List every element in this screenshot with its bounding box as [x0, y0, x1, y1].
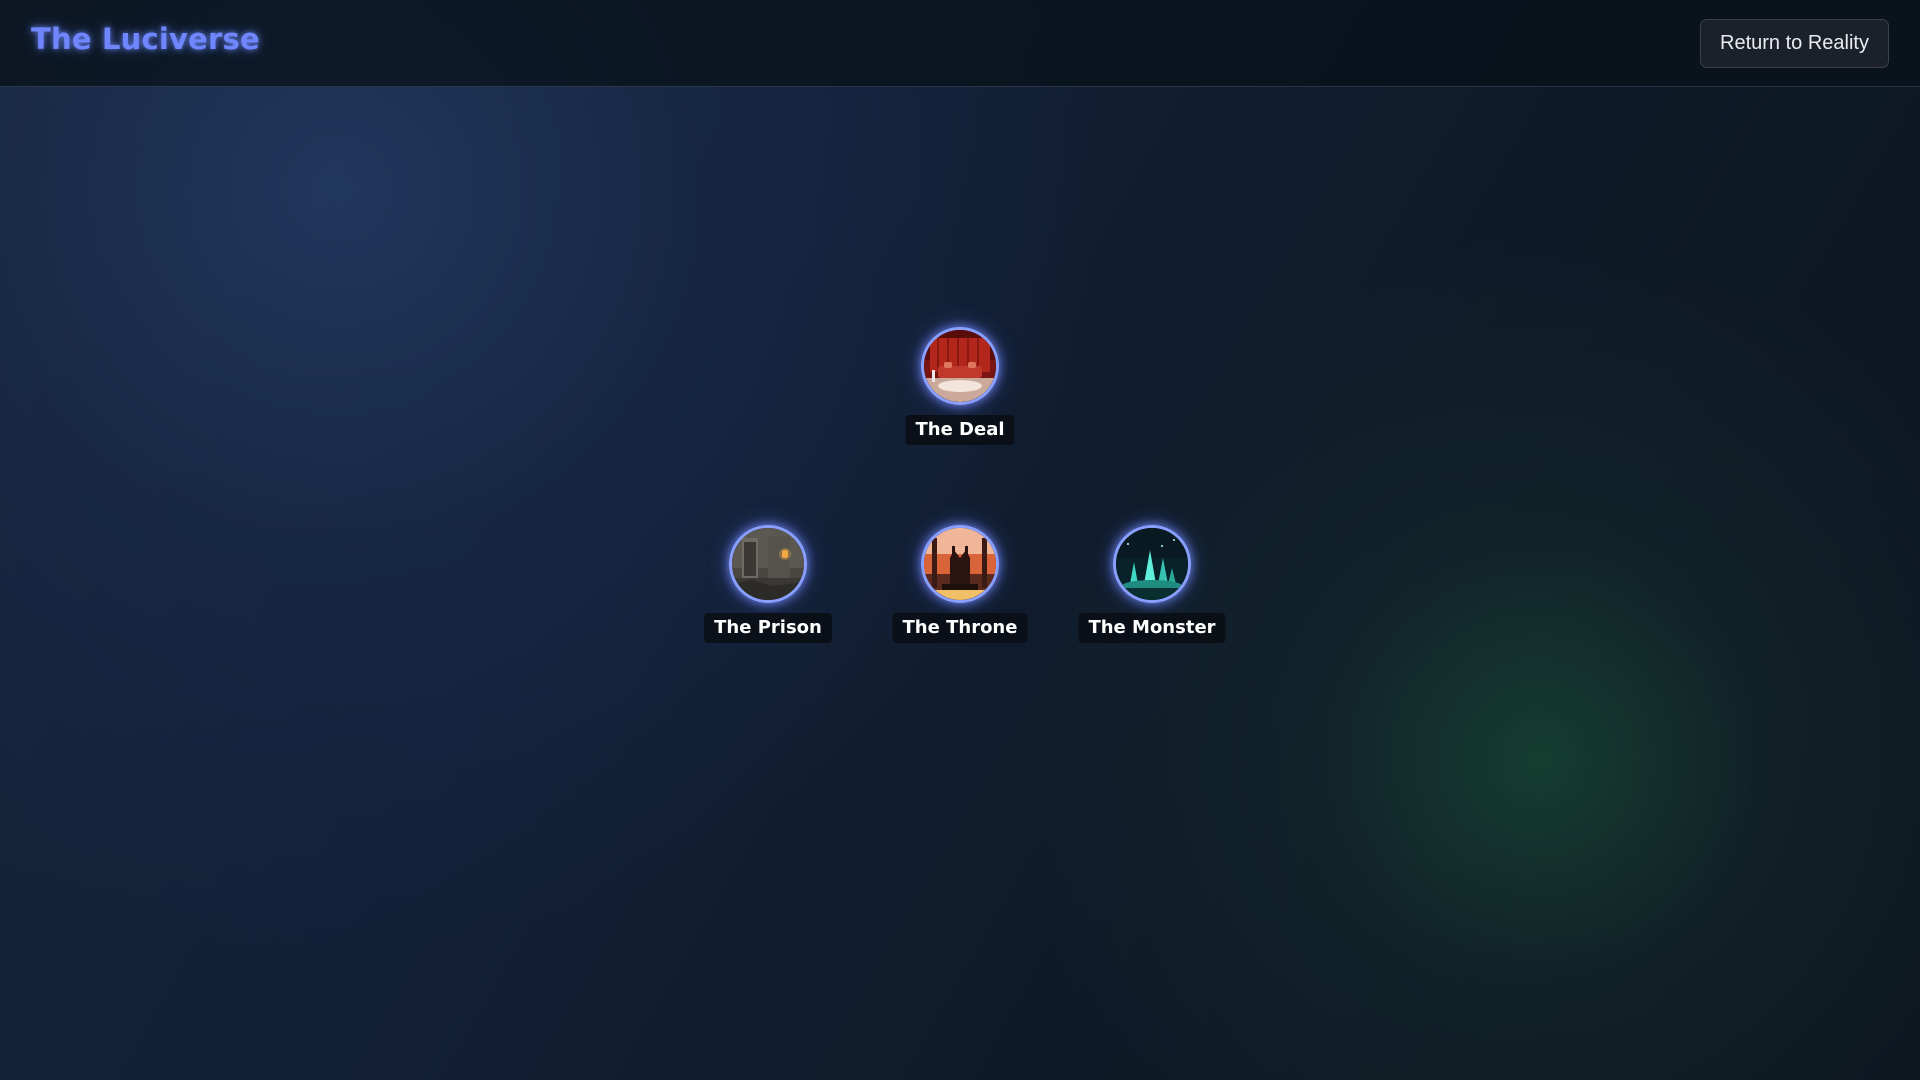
- stone-cell-icon[interactable]: [729, 525, 807, 603]
- top-bar: The Luciverse Return to Reality: [0, 0, 1920, 87]
- crystal-cavern-icon[interactable]: [1113, 525, 1191, 603]
- node-the-monster[interactable]: The Monster: [1078, 525, 1226, 655]
- node-the-prison[interactable]: The Prison: [698, 525, 838, 655]
- node-label: The Throne: [892, 613, 1028, 643]
- node-the-throne[interactable]: The Throne: [890, 525, 1030, 655]
- red-curtain-room-icon[interactable]: [921, 327, 999, 405]
- return-to-reality-button[interactable]: Return to Reality: [1700, 19, 1889, 68]
- node-label: The Deal: [905, 415, 1015, 445]
- sunset-throne-icon[interactable]: [921, 525, 999, 603]
- node-label: The Monster: [1078, 613, 1226, 643]
- app-title: The Luciverse: [31, 22, 260, 56]
- node-label: The Prison: [704, 613, 832, 643]
- node-the-deal[interactable]: The Deal: [890, 327, 1030, 457]
